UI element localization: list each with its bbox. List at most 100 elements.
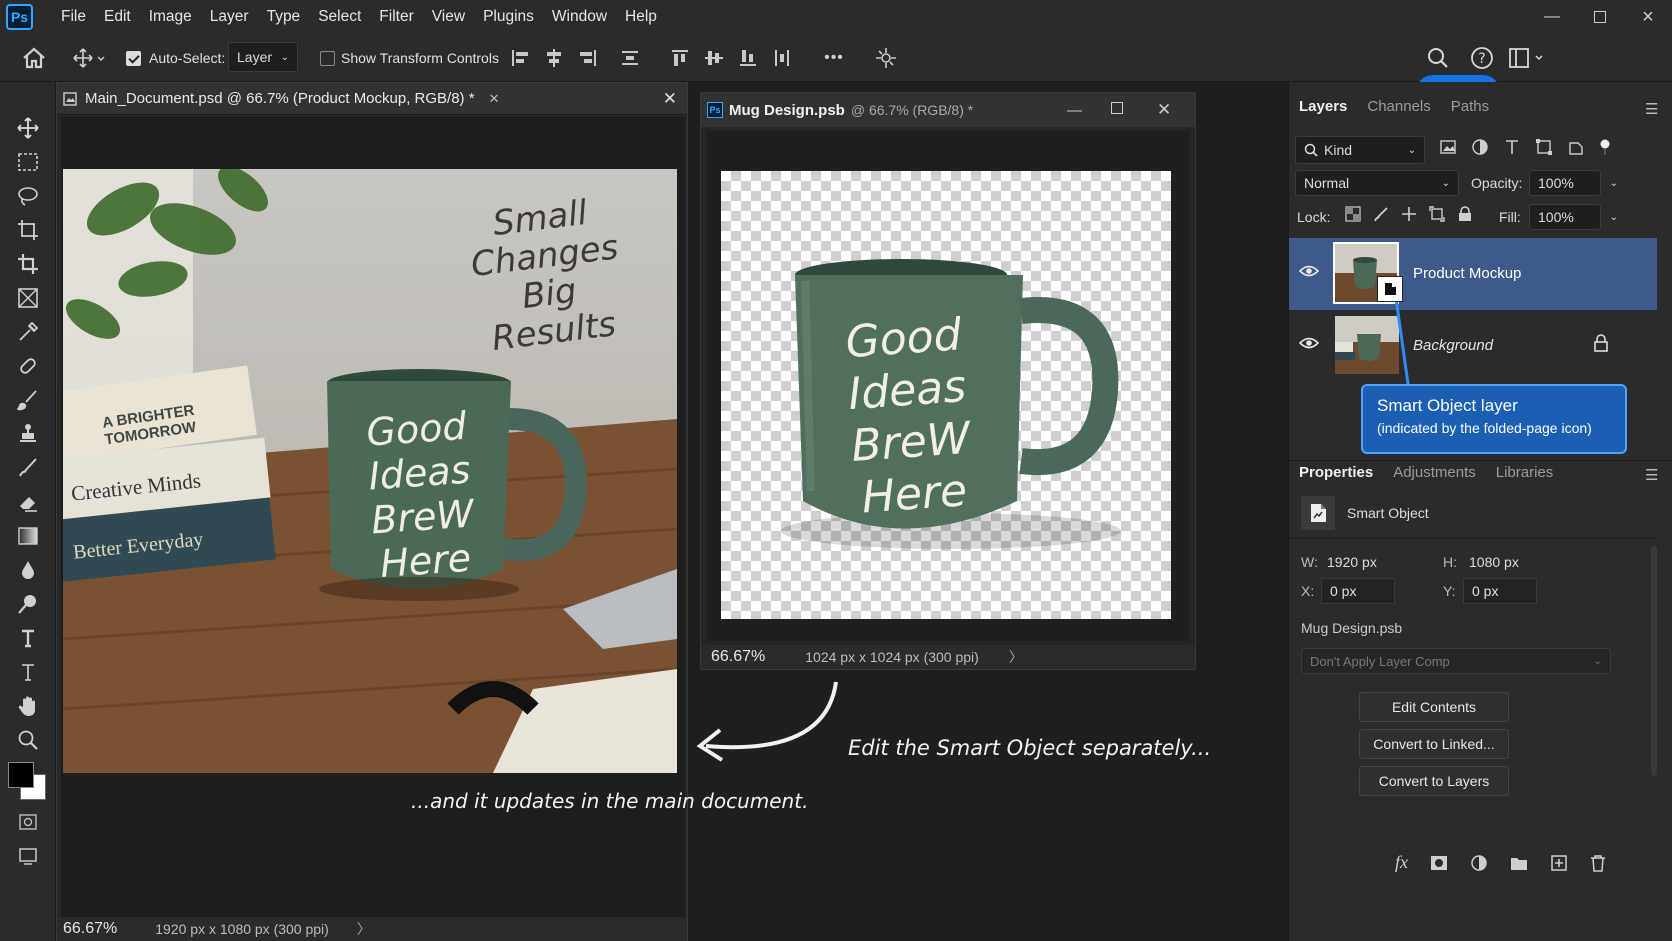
eraser-tool-icon[interactable]	[12, 486, 44, 518]
distribute-icon[interactable]	[618, 46, 642, 70]
align-middle-icon[interactable]	[702, 46, 726, 70]
history-brush-tool-icon[interactable]	[12, 452, 44, 484]
type-tool-icon[interactable]	[12, 656, 44, 688]
move-tool-preset-icon[interactable]	[70, 42, 110, 74]
more-options-icon[interactable]: •••	[816, 46, 852, 70]
tab-layers[interactable]: Layers	[1299, 98, 1347, 115]
home-icon[interactable]	[18, 42, 50, 74]
convert-to-linked-button[interactable]: Convert to Linked...	[1359, 729, 1509, 759]
menu-view[interactable]: View	[423, 0, 474, 34]
filter-toggle-icon[interactable]	[1599, 138, 1611, 156]
smart-object-filter-icon[interactable]	[1567, 138, 1585, 156]
quick-mask-icon[interactable]	[12, 806, 44, 838]
menu-layer[interactable]: Layer	[201, 0, 258, 34]
tab-paths[interactable]: Paths	[1451, 98, 1489, 115]
maximize-icon[interactable]	[1111, 102, 1123, 114]
status-expand-icon[interactable]: 〉	[1009, 647, 1023, 667]
close-document-icon[interactable]: ✕	[663, 89, 677, 109]
adjustment-filter-icon[interactable]	[1471, 138, 1489, 156]
object-select-tool-icon[interactable]	[12, 214, 44, 246]
gradient-tool-icon[interactable]	[12, 520, 44, 552]
lock-transparent-icon[interactable]	[1345, 206, 1361, 222]
y-position-field[interactable]: 0 px	[1463, 578, 1537, 604]
kind-filter-dropdown[interactable]: Kind ⌄	[1295, 136, 1425, 164]
align-left-icon[interactable]	[508, 46, 532, 70]
group-folder-icon[interactable]	[1510, 855, 1528, 871]
menu-image[interactable]: Image	[140, 0, 201, 34]
screen-mode-icon[interactable]	[12, 840, 44, 872]
frame-tool-icon[interactable]	[12, 282, 44, 314]
zoom-tool-icon[interactable]	[12, 724, 44, 756]
add-mask-icon[interactable]	[1430, 855, 1448, 871]
align-center-icon[interactable]	[542, 46, 566, 70]
move-tool-icon[interactable]	[12, 112, 44, 144]
new-layer-icon[interactable]	[1550, 854, 1568, 872]
lock-all-icon[interactable]	[1457, 206, 1473, 222]
minimize-icon[interactable]: —	[1067, 102, 1082, 119]
tab-properties[interactable]: Properties	[1299, 464, 1373, 481]
eye-icon[interactable]	[1298, 264, 1320, 281]
clone-stamp-tool-icon[interactable]	[12, 418, 44, 450]
shape-filter-icon[interactable]	[1535, 138, 1553, 156]
tab-channels[interactable]: Channels	[1367, 98, 1430, 115]
main-zoom-level[interactable]: 66.67%	[63, 920, 117, 938]
dodge-tool-icon[interactable]	[12, 588, 44, 620]
main-document-tab[interactable]: Main_Document.psd @ 66.7% (Product Mocku…	[57, 83, 687, 115]
minimize-icon[interactable]: —	[1528, 0, 1576, 34]
x-position-field[interactable]: 0 px	[1321, 578, 1395, 604]
help-icon[interactable]: ?	[1466, 42, 1498, 74]
blend-mode-dropdown[interactable]: Normal ⌄	[1295, 170, 1459, 196]
lock-artboard-icon[interactable]	[1429, 206, 1445, 222]
brush-tool-icon[interactable]	[12, 384, 44, 416]
tab-libraries[interactable]: Libraries	[1496, 464, 1554, 481]
crop-tool-icon[interactable]	[12, 248, 44, 280]
close-window-icon[interactable]: ×	[1624, 0, 1672, 34]
panel-menu-icon[interactable]: ☰	[1645, 100, 1658, 118]
menu-type[interactable]: Type	[258, 0, 310, 34]
lasso-tool-icon[interactable]	[12, 180, 44, 212]
show-transform-checkbox[interactable]	[320, 50, 335, 66]
lock-position-icon[interactable]	[1401, 206, 1417, 222]
adjustment-layer-icon[interactable]	[1470, 854, 1488, 872]
menu-help[interactable]: Help	[616, 0, 666, 34]
edit-contents-button[interactable]: Edit Contents	[1359, 692, 1509, 722]
marquee-tool-icon[interactable]	[12, 146, 44, 178]
mug-design-titlebar[interactable]: Ps Mug Design.psb @ 66.7% (RGB/8) * — ✕	[701, 93, 1195, 127]
convert-to-layers-button[interactable]: Convert to Layers	[1359, 766, 1509, 796]
delete-layer-icon[interactable]	[1590, 854, 1606, 872]
pen-tool-icon[interactable]	[12, 622, 44, 654]
pixel-filter-icon[interactable]	[1439, 138, 1457, 156]
menu-plugins[interactable]: Plugins	[474, 0, 543, 34]
menu-window[interactable]: Window	[543, 0, 616, 34]
search-icon[interactable]	[1422, 42, 1454, 74]
hand-tool-icon[interactable]	[12, 690, 44, 722]
align-bottom-icon[interactable]	[736, 46, 760, 70]
maximize-icon[interactable]	[1576, 0, 1624, 34]
foreground-color-swatch[interactable]	[8, 762, 34, 788]
menu-file[interactable]: File	[52, 0, 95, 34]
align-top-icon[interactable]	[668, 46, 692, 70]
eye-icon[interactable]	[1298, 336, 1320, 353]
workspace-icon[interactable]	[1506, 42, 1550, 74]
align-right-icon[interactable]	[576, 46, 600, 70]
type-filter-icon[interactable]	[1503, 138, 1521, 156]
menu-filter[interactable]: Filter	[370, 0, 422, 34]
main-canvas-area[interactable]: Small Changes Big Results A BRIGHTER TOM…	[61, 117, 808, 917]
tab-adjustments[interactable]: Adjustments	[1393, 464, 1476, 481]
lock-icon[interactable]	[1593, 334, 1609, 355]
layer-comp-dropdown[interactable]: Don't Apply Layer Comp ⌄	[1301, 648, 1611, 674]
mug-canvas-area[interactable]: Good Ideas BreW Here	[707, 131, 1189, 641]
menu-edit[interactable]: Edit	[95, 0, 140, 34]
layer-dropdown[interactable]: Layer ⌄	[228, 42, 298, 72]
mug-zoom-level[interactable]: 66.67%	[711, 648, 765, 666]
3d-mode-icon[interactable]	[872, 44, 900, 72]
blur-tool-icon[interactable]	[12, 554, 44, 586]
eyedropper-tool-icon[interactable]	[12, 316, 44, 348]
layer-row-background[interactable]: Background	[1289, 310, 1657, 382]
status-expand-icon[interactable]: 〉	[357, 919, 371, 939]
close-window-icon[interactable]: ✕	[1157, 100, 1171, 120]
healing-brush-tool-icon[interactable]	[12, 350, 44, 382]
properties-scrollbar[interactable]	[1651, 546, 1657, 776]
panel-menu-icon[interactable]: ☰	[1645, 466, 1658, 484]
lock-pixels-icon[interactable]	[1373, 206, 1389, 222]
